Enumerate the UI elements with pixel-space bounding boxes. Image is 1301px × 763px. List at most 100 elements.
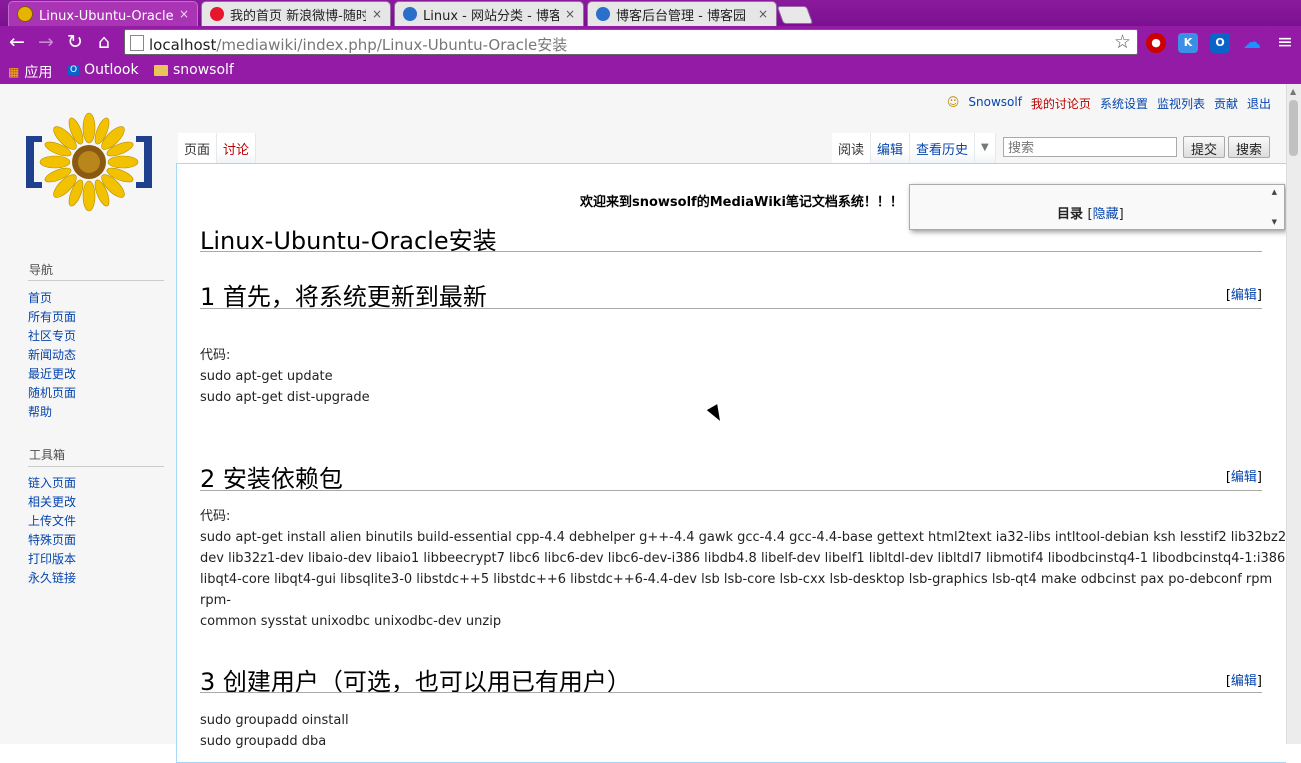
tool-link-related-changes[interactable]: 相关更改 (28, 493, 76, 510)
code-line: sudo apt-get install alien binutils buil… (200, 530, 1291, 545)
menu-icon[interactable]: ≡ (1274, 31, 1296, 53)
cloud-extension-icon[interactable]: ☁ (1242, 33, 1262, 53)
search-button[interactable]: 搜索 (1228, 136, 1271, 158)
section-2-body: 代码: sudo apt-get install alien binutils … (200, 506, 1301, 632)
tab-discussion[interactable]: 讨论 (217, 133, 257, 163)
code-line: sudo groupadd oinstall (200, 713, 349, 728)
nav-link-news[interactable]: 新闻动态 (28, 346, 76, 363)
edit-section-link[interactable]: 编辑 (1231, 288, 1257, 303)
bookmark-star-icon[interactable]: ☆ (1114, 31, 1131, 53)
nav-link-help[interactable]: 帮助 (28, 403, 52, 420)
code-label: 代码: (200, 348, 231, 363)
toc-scroll-down-icon[interactable]: ▼ (1272, 218, 1277, 226)
address-bar[interactable]: localhost/mediawiki/index.php/Linux-Ubun… (124, 29, 1138, 55)
bookmarks-bar: ▦ 应用 O Outlook snowsolf (0, 58, 1301, 84)
home-icon[interactable]: ⌂ (93, 31, 115, 53)
nav-heading: 导航 (29, 263, 54, 277)
section-edit-2: [编辑] (1225, 470, 1262, 485)
cnblogs-favicon-icon (403, 7, 417, 21)
section-heading-2: 2 安装依赖包 (200, 465, 343, 493)
browser-tab-3[interactable]: Linux - 网站分类 - 博客 × (394, 1, 584, 26)
browser-tab-1[interactable]: Linux-Ubuntu-Oracle安 × (8, 1, 198, 26)
bookmark-apps[interactable]: ▦ 应用 (8, 62, 52, 82)
cnblogs-favicon-icon (596, 7, 610, 21)
tools-heading: 工具箱 (29, 448, 66, 462)
nav-divider (28, 280, 164, 281)
nav-link-community[interactable]: 社区专页 (28, 327, 76, 344)
namespace-tabs: 页面 讨论 (178, 133, 257, 163)
bookmark-label: Outlook (84, 62, 139, 78)
browser-tab-title: Linux-Ubuntu-Oracle安 (39, 8, 173, 24)
tab-page[interactable]: 页面 (178, 133, 218, 163)
tool-link-whatlinkshere[interactable]: 链入页面 (28, 474, 76, 491)
edit-section-link[interactable]: 编辑 (1231, 674, 1257, 689)
nav-link-recent-changes[interactable]: 最近更改 (28, 365, 76, 382)
section-3-body: sudo groupadd oinstall sudo groupadd dba (200, 710, 349, 752)
toc-scroll-up-icon[interactable]: ▲ (1272, 188, 1277, 196)
view-tabs: 阅读 编辑 查看历史 ▼ (832, 133, 996, 163)
tool-link-print[interactable]: 打印版本 (28, 550, 76, 567)
outlook-extension-icon[interactable]: O (1210, 33, 1230, 53)
close-tab-icon[interactable]: × (179, 7, 189, 21)
back-arrow-icon[interactable]: ← (6, 31, 28, 53)
section-underline (200, 490, 1262, 491)
close-tab-icon[interactable]: × (565, 7, 575, 21)
url-path: /mediawiki/index.php/Linux-Ubuntu-Oracle… (216, 36, 568, 54)
bookmark-label: 应用 (24, 65, 53, 81)
nav-link-main-page[interactable]: 首页 (28, 289, 52, 306)
mediawiki-favicon-icon (17, 6, 33, 22)
search-input[interactable] (1003, 137, 1177, 157)
toc-heading: 目录 (1057, 207, 1084, 222)
adblock-extension-icon[interactable]: ● (1146, 33, 1166, 53)
browser-tab-2[interactable]: 我的首页 新浪微博-随时 × (201, 1, 391, 26)
personal-link-logout[interactable]: 退出 (1247, 95, 1271, 112)
title-underline (200, 251, 1262, 252)
tool-link-special-pages[interactable]: 特殊页面 (28, 531, 76, 548)
code-line: sudo groupadd dba (200, 734, 327, 749)
section-edit-1: [编辑] (1225, 288, 1262, 303)
personal-link-preferences[interactable]: 系统设置 (1100, 95, 1148, 112)
section-underline (200, 692, 1262, 693)
section-underline (200, 308, 1262, 309)
bookmark-snowsolf[interactable]: snowsolf (154, 62, 234, 78)
browser-tab-4[interactable]: 博客后台管理 - 博客园 × (587, 1, 777, 26)
personal-link-user[interactable]: Snowsolf (968, 95, 1022, 112)
more-actions-chevron-down-icon[interactable]: ▼ (975, 133, 996, 163)
section-heading-1: 1 首先，将系统更新到最新 (200, 283, 487, 311)
forward-arrow-icon[interactable]: → (35, 31, 57, 53)
close-tab-icon[interactable]: × (372, 7, 382, 21)
bookmark-outlook[interactable]: O Outlook (68, 62, 139, 78)
page-scrollbar[interactable]: ▲ (1286, 84, 1301, 744)
tab-history[interactable]: 查看历史 (910, 133, 976, 163)
tool-link-permalink[interactable]: 永久链接 (28, 569, 76, 586)
code-line: sudo apt-get update (200, 369, 333, 384)
wiki-logo[interactable] (22, 112, 156, 216)
close-tab-icon[interactable]: × (758, 7, 768, 21)
scroll-up-icon[interactable]: ▲ (1290, 87, 1296, 96)
tool-link-upload[interactable]: 上传文件 (28, 512, 76, 529)
browser-tab-strip: Linux-Ubuntu-Oracle安 × 我的首页 新浪微博-随时 × Li… (0, 0, 1301, 26)
code-label: 代码: (200, 509, 231, 524)
nav-link-all-pages[interactable]: 所有页面 (28, 308, 76, 325)
scrollbar-thumb[interactable] (1289, 100, 1298, 156)
new-tab-button[interactable] (776, 6, 814, 24)
toc-hide-link[interactable]: 隐藏 (1093, 207, 1119, 222)
reload-icon[interactable]: ↻ (64, 31, 86, 53)
wiki-page: ☺ Snowsolf 我的讨论页 系统设置 监视列表 贡献 退出 导航 首页 所… (0, 84, 1301, 763)
weibo-favicon-icon (210, 7, 224, 21)
nav-link-random[interactable]: 随机页面 (28, 384, 76, 401)
browser-tab-title: 博客后台管理 - 博客园 (616, 8, 746, 24)
tab-read[interactable]: 阅读 (832, 133, 872, 163)
bookmark-label: snowsolf (173, 62, 234, 78)
page-icon (130, 35, 144, 51)
section-1-body: 代码: sudo apt-get update sudo apt-get dis… (200, 345, 370, 408)
tab-edit[interactable]: 编辑 (871, 133, 911, 163)
go-button[interactable]: 提交 (1183, 136, 1226, 158)
browser-tab-title: 我的首页 新浪微博-随时 (230, 8, 366, 24)
edit-section-link[interactable]: 编辑 (1231, 470, 1257, 485)
personal-link-talk[interactable]: 我的讨论页 (1031, 95, 1091, 112)
personal-link-contributions[interactable]: 贡献 (1214, 95, 1238, 112)
k-extension-icon[interactable]: K (1178, 33, 1198, 53)
personal-link-watchlist[interactable]: 监视列表 (1157, 95, 1205, 112)
url-host: localhost (149, 36, 217, 54)
